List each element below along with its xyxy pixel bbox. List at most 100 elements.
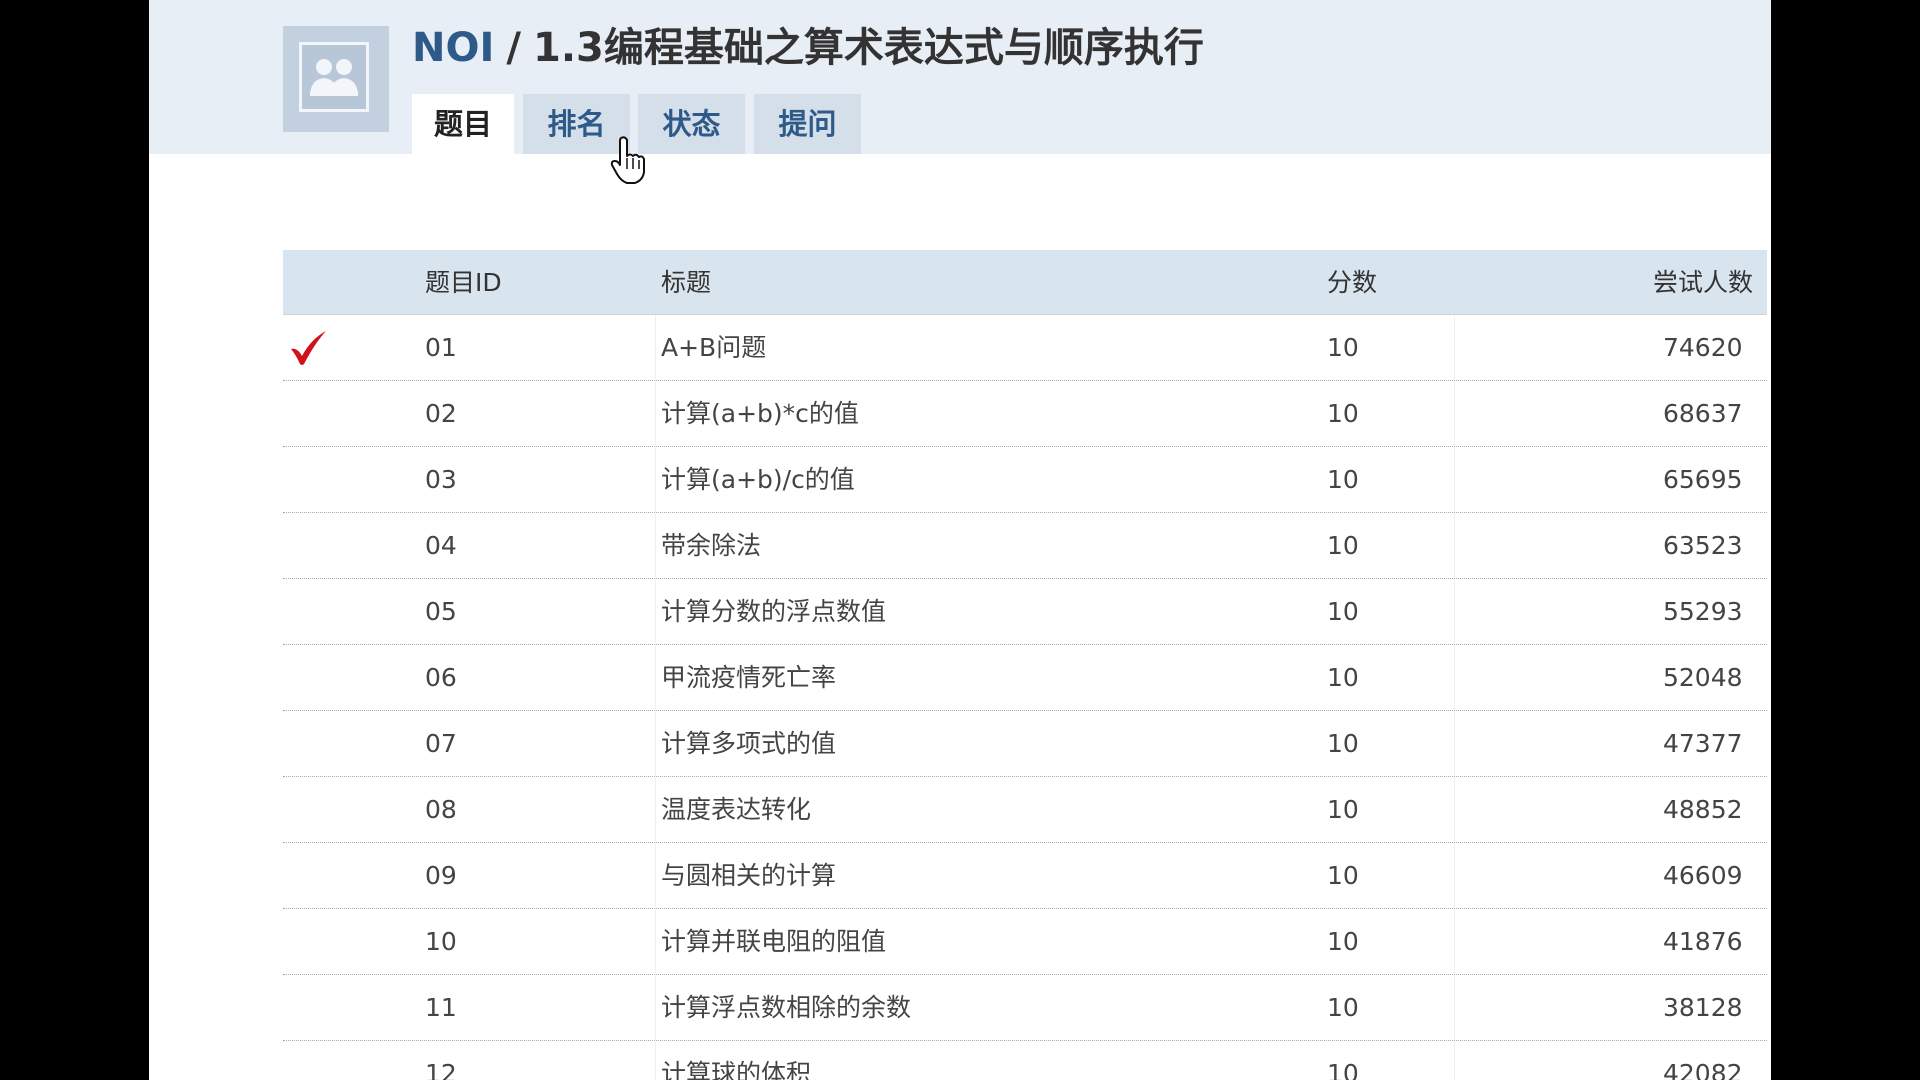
- problem-id[interactable]: 07: [425, 711, 457, 776]
- solved-cell: [283, 513, 343, 578]
- table-header-row: 题目ID 标题 分数 尝试人数: [283, 250, 1767, 315]
- problem-id[interactable]: 06: [425, 645, 457, 710]
- problem-attempts: 41876: [1663, 927, 1743, 956]
- solved-cell: [283, 975, 343, 1040]
- table-body: 01 A+B问题 10 74620 02 计算(a+b)*c的值 10 68637 03 计算(a…: [283, 315, 1767, 1080]
- problem-score: 10: [1327, 663, 1359, 692]
- problem-score: 10: [1327, 795, 1359, 824]
- problem-score: 10: [1327, 1059, 1359, 1080]
- column-divider: [655, 645, 656, 710]
- problem-id[interactable]: 11: [425, 975, 457, 1040]
- problem-score: 10: [1327, 399, 1359, 428]
- problem-title-link[interactable]: 计算分数的浮点数值: [661, 579, 886, 644]
- problem-attempts: 65695: [1663, 465, 1743, 494]
- column-divider: [1454, 513, 1455, 578]
- solved-cell: [283, 909, 343, 974]
- problem-title-link[interactable]: 与圆相关的计算: [661, 843, 836, 908]
- table-row[interactable]: 02 计算(a+b)*c的值 10 68637: [283, 381, 1767, 447]
- tab-problems[interactable]: 题目: [412, 94, 514, 154]
- solved-cell: [283, 579, 343, 644]
- column-divider: [1454, 843, 1455, 908]
- solved-cell: [283, 381, 343, 446]
- problem-title-link[interactable]: 计算球的体积: [661, 1041, 811, 1080]
- table-row[interactable]: 05 计算分数的浮点数值 10 55293: [283, 579, 1767, 645]
- solved-cell: [283, 1041, 343, 1080]
- problem-id[interactable]: 02: [425, 381, 457, 446]
- table-row[interactable]: 06 甲流疫情死亡率 10 52048: [283, 645, 1767, 711]
- problem-id[interactable]: 03: [425, 447, 457, 512]
- column-divider: [655, 447, 656, 512]
- problem-attempts: 74620: [1663, 333, 1743, 362]
- problem-attempts: 68637: [1663, 399, 1743, 428]
- column-divider: [1454, 975, 1455, 1040]
- column-divider: [655, 975, 656, 1040]
- column-header-title[interactable]: 标题: [661, 250, 711, 315]
- table-row[interactable]: 04 带余除法 10 63523: [283, 513, 1767, 579]
- problem-title-link[interactable]: 甲流疫情死亡率: [661, 645, 836, 710]
- problem-attempts: 38128: [1663, 993, 1743, 1022]
- solved-cell: [283, 645, 343, 710]
- problem-id[interactable]: 01: [425, 315, 457, 380]
- problem-score: 10: [1327, 729, 1359, 758]
- column-divider: [655, 777, 656, 842]
- problem-id[interactable]: 05: [425, 579, 457, 644]
- problem-title-link[interactable]: A+B问题: [661, 315, 766, 380]
- table-row[interactable]: 12 计算球的体积 10 42082: [283, 1041, 1767, 1080]
- tab-status[interactable]: 状态: [638, 94, 745, 154]
- problem-id[interactable]: 09: [425, 843, 457, 908]
- problem-title-link[interactable]: 计算(a+b)/c的值: [661, 447, 855, 512]
- column-divider: [1454, 579, 1455, 644]
- column-divider: [655, 513, 656, 578]
- table-row[interactable]: 03 计算(a+b)/c的值 10 65695: [283, 447, 1767, 513]
- problem-title-link[interactable]: 计算多项式的值: [661, 711, 836, 776]
- problem-score: 10: [1327, 531, 1359, 560]
- solved-cell: [283, 843, 343, 908]
- problem-title-link[interactable]: 计算并联电阻的阻值: [661, 909, 886, 974]
- problem-id[interactable]: 10: [425, 909, 457, 974]
- table-row[interactable]: 11 计算浮点数相除的余数 10 38128: [283, 975, 1767, 1041]
- column-divider: [655, 711, 656, 776]
- solved-cell: [283, 777, 343, 842]
- column-divider: [1454, 381, 1455, 446]
- problem-id[interactable]: 08: [425, 777, 457, 842]
- problem-id[interactable]: 04: [425, 513, 457, 578]
- problem-score: 10: [1327, 333, 1359, 362]
- problem-title-link[interactable]: 带余除法: [661, 513, 761, 578]
- problem-title-link[interactable]: 温度表达转化: [661, 777, 811, 842]
- problem-score: 10: [1327, 597, 1359, 626]
- hand-cursor-icon: [610, 136, 645, 184]
- tab-questions[interactable]: 提问: [754, 94, 861, 154]
- problem-table: 题目ID 标题 分数 尝试人数 01 A+B问题 10 74620 02 计算(a+b)*…: [283, 250, 1767, 1080]
- table-row[interactable]: 01 A+B问题 10 74620: [283, 315, 1767, 381]
- column-divider: [655, 381, 656, 446]
- table-row[interactable]: 08 温度表达转化 10 48852: [283, 777, 1767, 843]
- column-divider: [655, 579, 656, 644]
- problem-attempts: 55293: [1663, 597, 1743, 626]
- column-divider: [1454, 777, 1455, 842]
- group-icon: [310, 59, 358, 96]
- column-divider: [655, 1041, 656, 1080]
- column-divider: [1454, 315, 1455, 380]
- column-divider: [1454, 1041, 1455, 1080]
- problem-id[interactable]: 12: [425, 1041, 457, 1080]
- problem-attempts: 63523: [1663, 531, 1743, 560]
- problem-attempts: 42082: [1663, 1059, 1743, 1080]
- column-header-attempts[interactable]: 尝试人数: [1653, 250, 1753, 315]
- problem-attempts: 46609: [1663, 861, 1743, 890]
- problem-title-link[interactable]: 计算浮点数相除的余数: [661, 975, 911, 1040]
- solved-cell: [283, 711, 343, 776]
- column-divider: [655, 843, 656, 908]
- table-row[interactable]: 07 计算多项式的值 10 47377: [283, 711, 1767, 777]
- column-header-score[interactable]: 分数: [1327, 250, 1377, 315]
- group-avatar[interactable]: [283, 26, 389, 132]
- column-divider: [655, 909, 656, 974]
- table-row[interactable]: 10 计算并联电阻的阻值 10 41876: [283, 909, 1767, 975]
- problem-title-link[interactable]: 计算(a+b)*c的值: [661, 381, 859, 446]
- column-header-id[interactable]: 题目ID: [425, 250, 502, 315]
- table-row[interactable]: 09 与圆相关的计算 10 46609: [283, 843, 1767, 909]
- header: NOI/1.3编程基础之算术表达式与顺序执行 题目 排名 状态 提问: [149, 0, 1771, 154]
- group-link[interactable]: NOI: [412, 25, 494, 71]
- column-divider: [1454, 645, 1455, 710]
- problem-score: 10: [1327, 927, 1359, 956]
- solved-cell: [283, 447, 343, 512]
